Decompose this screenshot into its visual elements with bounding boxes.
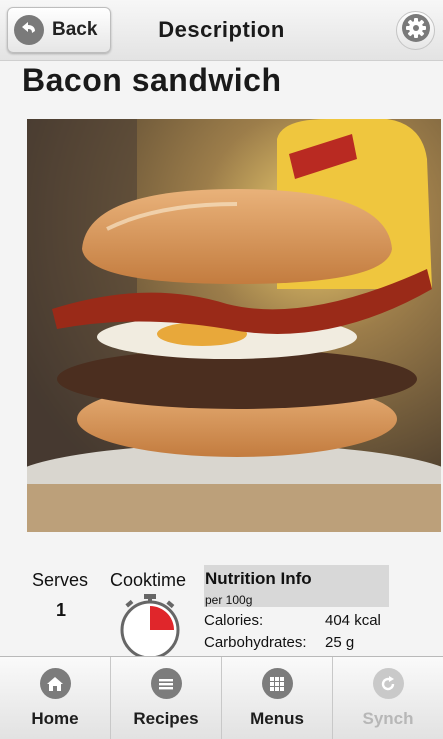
- bottom-nav: Home Recipes Menus Synch: [0, 656, 443, 739]
- nutrition-label: Calories:: [204, 612, 264, 629]
- recipe-photo: [27, 119, 441, 532]
- home-icon: [39, 668, 71, 699]
- gear-icon: [401, 13, 431, 48]
- nutrition-header: Nutrition Info per 100g: [204, 565, 389, 607]
- nutrition-value: 404 kcal: [325, 612, 381, 629]
- nutrition-value: 25 g: [325, 634, 355, 651]
- list-icon: [150, 668, 182, 699]
- recipe-title: Bacon sandwich: [22, 62, 282, 98]
- grid-icon: [261, 668, 293, 699]
- nutrition-row: Calories: 404 kcal: [204, 612, 389, 629]
- nav-item-home[interactable]: Home: [0, 657, 111, 739]
- nav-label: Synch: [362, 709, 414, 728]
- cooktime-label: Cooktime: [110, 570, 187, 590]
- header-bar: Back Description: [0, 0, 443, 61]
- nutrition-title: Nutrition Info: [205, 569, 312, 588]
- nav-item-menus[interactable]: Menus: [222, 657, 333, 739]
- nutrition-row: Carbohydrates: 25 g: [204, 634, 389, 651]
- serves-label: Serves: [32, 570, 89, 590]
- recipe-stats: Serves 1 Cooktime Nutrition Info per 100…: [0, 560, 443, 660]
- nav-item-synch[interactable]: Synch: [333, 657, 443, 739]
- nav-item-recipes[interactable]: Recipes: [111, 657, 222, 739]
- stopwatch-icon: [118, 592, 182, 662]
- settings-button[interactable]: [396, 11, 435, 50]
- nav-label: Recipes: [133, 709, 199, 728]
- nav-label: Menus: [250, 709, 304, 728]
- nutrition-subtitle: per 100g: [205, 593, 253, 607]
- nutrition-label: Carbohydrates:: [204, 634, 307, 651]
- sync-icon: [372, 668, 404, 699]
- serves-value: 1: [56, 600, 67, 620]
- nutrition-info: Nutrition Info per 100g Calories: 404 kc…: [204, 565, 389, 651]
- nav-label: Home: [31, 709, 79, 728]
- header-title: Description: [158, 17, 285, 42]
